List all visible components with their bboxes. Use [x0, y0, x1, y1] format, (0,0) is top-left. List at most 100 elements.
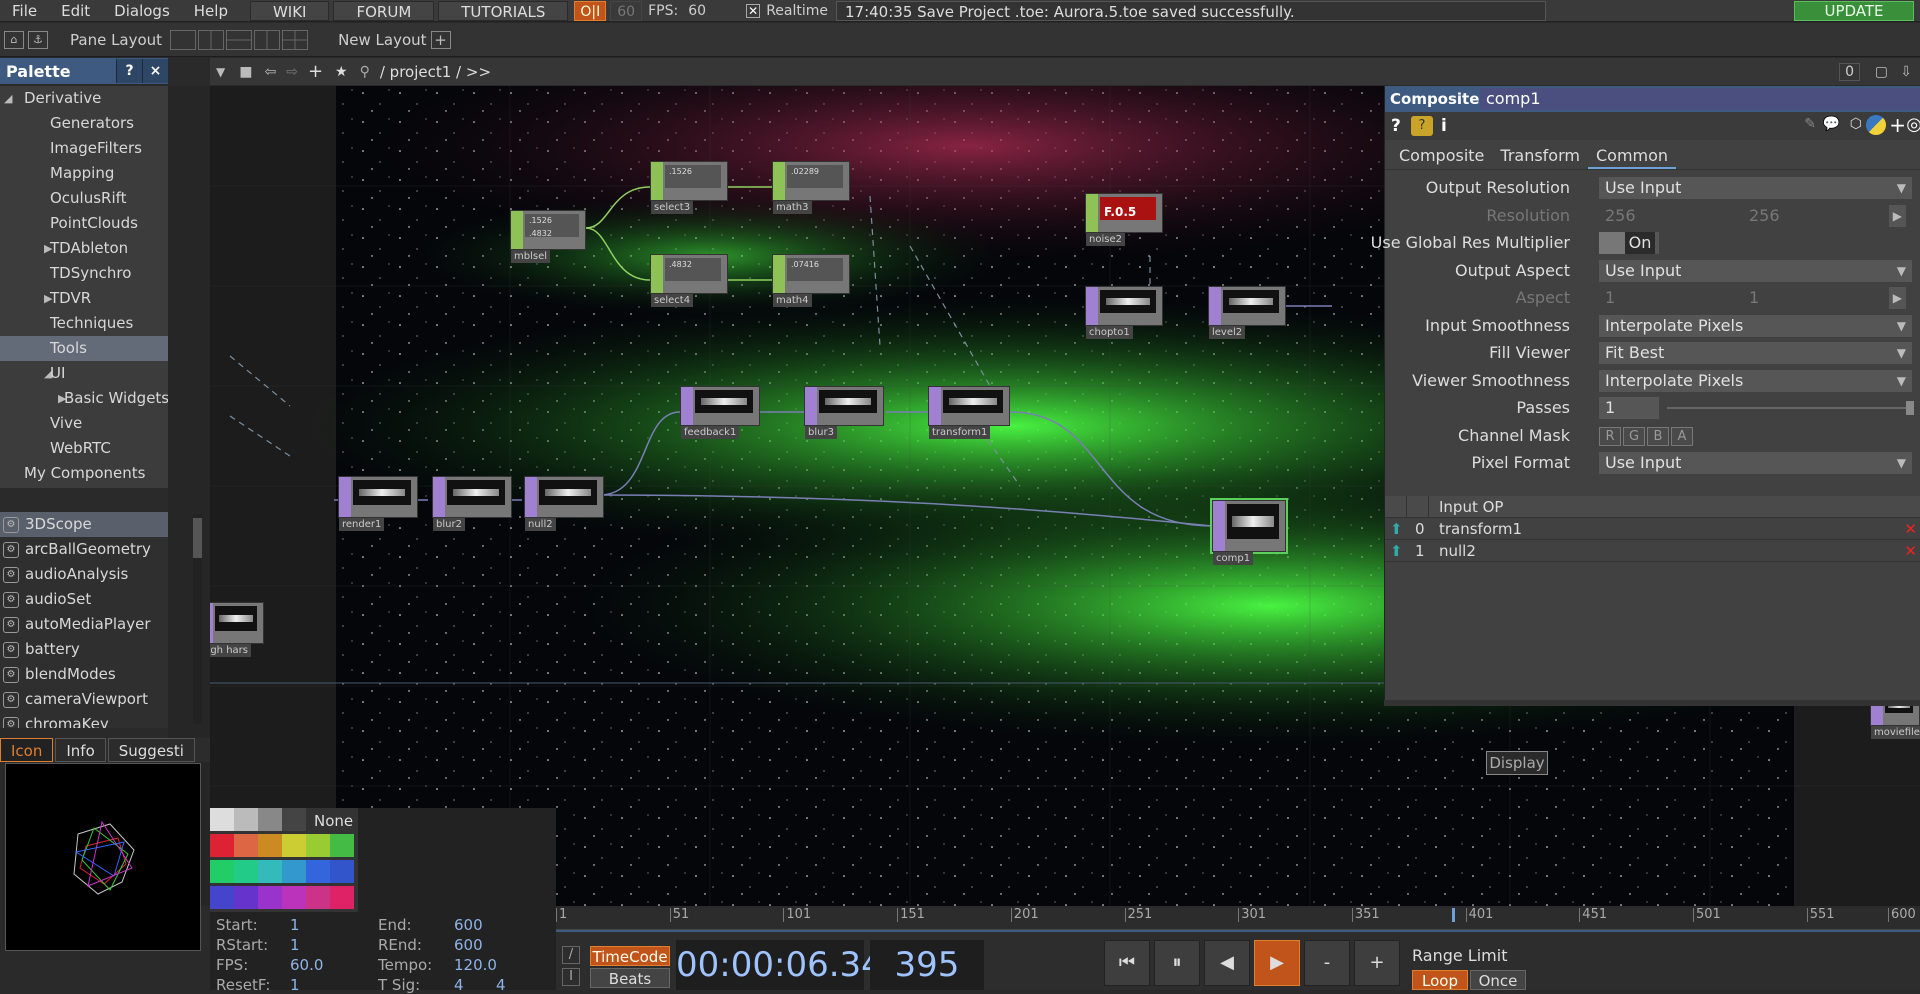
palette-tree-item[interactable]: ▶ TDAbleton — [0, 236, 168, 261]
param-field[interactable]: 256 256 ▶ — [1599, 204, 1912, 227]
tutorials-button[interactable]: TUTORIALS — [438, 0, 569, 21]
component-list-item[interactable]: ⚙ blendModes — [0, 662, 168, 687]
color-swatch[interactable] — [282, 860, 306, 883]
color-none-label[interactable]: None — [314, 812, 353, 830]
color-swatch[interactable] — [282, 808, 306, 831]
wiki-button[interactable]: WIKI — [249, 0, 330, 21]
step-forward-button[interactable]: + — [1354, 940, 1400, 986]
oi-button[interactable]: O|I — [574, 0, 607, 21]
palette-tree-item[interactable]: WebRTC — [0, 436, 168, 461]
input-up-icon[interactable]: ⬆ — [1390, 540, 1403, 562]
expand-icon[interactable]: ▶ — [1888, 287, 1906, 309]
component-list-item[interactable]: ⚙ chromaKey — [0, 712, 168, 728]
palette-close-button[interactable]: × — [142, 59, 168, 83]
maximize-icon[interactable]: ▢ — [1875, 64, 1888, 80]
play-backward-button[interactable]: ◀ — [1204, 940, 1250, 986]
color-swatch[interactable] — [306, 886, 330, 909]
chevron-down-icon[interactable]: ▼ — [216, 65, 225, 79]
operator-node[interactable]: .1526 select3 — [650, 161, 728, 214]
operator-node[interactable]: chopto1 — [1085, 286, 1163, 339]
back-icon[interactable]: ⇦ — [264, 64, 276, 80]
node-name[interactable]: ugh hars — [210, 644, 251, 657]
once-toggle[interactable]: Once — [1470, 970, 1526, 990]
color-swatch[interactable] — [306, 860, 330, 883]
target-icon[interactable]: ◎ — [1906, 114, 1920, 135]
remove-input-icon[interactable]: ✕ — [1904, 518, 1917, 540]
node-name[interactable]: moviefilein — [1871, 726, 1920, 739]
param-tab[interactable]: Transform — [1492, 143, 1588, 169]
tab-icon[interactable]: Icon — [0, 738, 54, 762]
color-swatch[interactable] — [210, 886, 234, 909]
color-swatch[interactable] — [282, 886, 306, 909]
node-name[interactable]: blur3 — [805, 426, 837, 439]
anchor-icon[interactable]: ⚓ — [28, 30, 48, 49]
forum-button[interactable]: FORUM — [333, 0, 435, 21]
palette-tree-item[interactable]: ▶ Basic Widgets — [0, 386, 169, 411]
color-swatch[interactable] — [234, 808, 258, 831]
tab-info[interactable]: Info — [55, 738, 106, 762]
node-name[interactable]: level2 — [1209, 326, 1246, 339]
timecode-display[interactable]: 00:00:06.34 — [676, 940, 883, 990]
node-name[interactable]: chopto1 — [1086, 326, 1133, 339]
download-icon[interactable]: ⇩ — [1900, 64, 1912, 80]
tsig-denominator[interactable]: 4 — [496, 976, 506, 994]
color-swatch[interactable] — [210, 834, 234, 857]
component-list-item[interactable]: ⚙ cameraViewport — [0, 687, 168, 712]
color-swatch[interactable] — [210, 860, 234, 883]
param-toggle[interactable]: On — [1599, 232, 1659, 254]
operator-node[interactable]: feedback1 — [680, 386, 760, 439]
python-icon[interactable] — [1866, 115, 1886, 135]
operator-node[interactable]: blur3 — [804, 386, 884, 439]
resetf-value[interactable]: 1 — [290, 976, 300, 994]
add-icon[interactable]: + — [1889, 113, 1906, 137]
palette-tree-item[interactable]: Mapping — [0, 161, 168, 186]
rewind-button[interactable]: ⏮ — [1104, 940, 1150, 986]
palette-tree-item[interactable]: PointClouds — [0, 211, 168, 236]
operator-node[interactable]: .4832 select4 — [650, 254, 728, 307]
node-name[interactable]: mblsel — [511, 250, 551, 263]
node-name[interactable]: math3 — [773, 201, 812, 214]
param-field[interactable]: 1 1 ▶ — [1599, 287, 1912, 309]
menu-help[interactable]: Help — [182, 0, 240, 22]
palette-tree-item[interactable]: ImageFilters — [0, 136, 168, 161]
palette-tree-item[interactable]: Tools — [0, 336, 168, 361]
lock-icon[interactable]: ⚲ — [360, 64, 370, 80]
param-slider[interactable] — [1667, 401, 1914, 415]
param-menu[interactable]: Use Input ▼ — [1599, 259, 1912, 282]
fps-cap-button[interactable]: 60 — [610, 0, 643, 21]
color-swatch[interactable] — [258, 808, 282, 831]
palette-tree-item[interactable]: OculusRift — [0, 186, 168, 211]
palette-tree-item[interactable]: Generators — [0, 111, 168, 136]
input-op-row[interactable]: ⬆ 0 transform1 ✕ — [1385, 518, 1920, 540]
color-swatch[interactable] — [258, 860, 282, 883]
operator-node[interactable]: transform1 — [928, 386, 1010, 439]
component-list-item[interactable]: ⚙ 3DScope — [0, 512, 168, 537]
operator-node[interactable]: blur2 — [432, 476, 512, 531]
home-icon[interactable]: ⌂ — [4, 30, 24, 49]
operator-node[interactable]: F.0.5 noise2 — [1085, 193, 1163, 246]
palette-tree-item[interactable]: Techniques — [0, 311, 168, 336]
operator-name-field[interactable]: comp1 — [1480, 88, 1920, 110]
menu-file[interactable]: File — [0, 0, 49, 22]
bar-icon[interactable]: I — [562, 968, 580, 986]
param-menu[interactable]: Interpolate Pixels ▼ — [1599, 369, 1912, 392]
param-tab[interactable]: Common — [1587, 143, 1677, 169]
param-tab[interactable]: Composite — [1391, 143, 1492, 169]
rend-value[interactable]: 600 — [454, 936, 483, 954]
layout-quad-icon[interactable] — [282, 29, 309, 50]
layout-split-v-icon[interactable] — [198, 29, 225, 50]
network-path[interactable]: / project1 / >> — [380, 63, 491, 81]
channel-mask-toggle[interactable]: R — [1599, 426, 1621, 446]
beats-toggle[interactable]: Beats — [590, 968, 670, 988]
operator-node[interactable]: .1526 .4832 mblsel — [510, 210, 586, 263]
component-list-item[interactable]: ⚙ battery — [0, 637, 168, 662]
end-value[interactable]: 600 — [454, 916, 483, 934]
color-swatch[interactable] — [258, 834, 282, 857]
node-name[interactable]: noise2 — [1086, 233, 1125, 246]
node-name[interactable]: null2 — [525, 518, 556, 531]
color-swatch[interactable] — [234, 834, 258, 857]
operator-node[interactable]: .07416 math4 — [772, 254, 850, 307]
python-help-icon[interactable]: ? — [1411, 116, 1433, 136]
component-list-item[interactable]: ⚙ autoMediaPlayer — [0, 612, 168, 637]
param-number-field[interactable]: 1 — [1599, 397, 1659, 419]
